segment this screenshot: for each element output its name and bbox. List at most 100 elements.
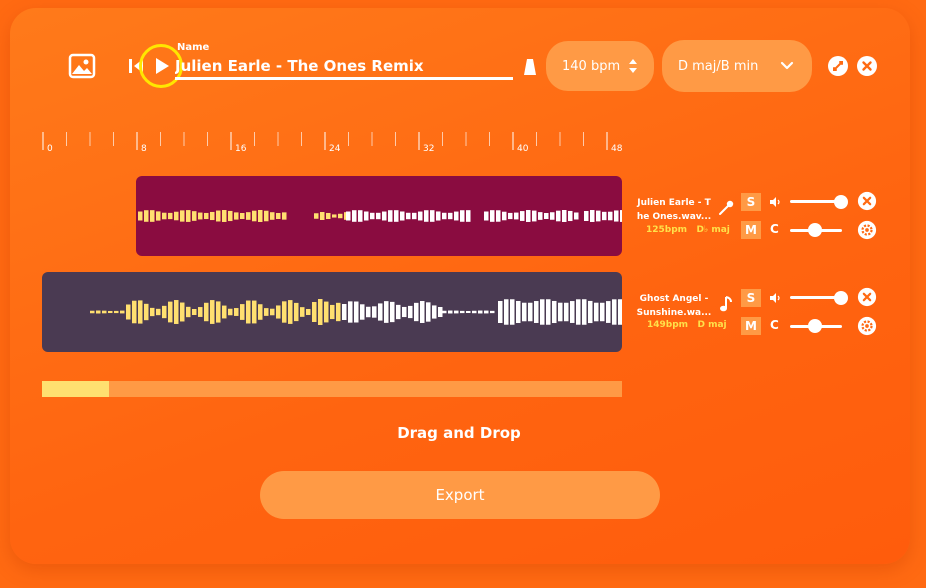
waveform-bar	[484, 211, 489, 221]
waveform-bar	[526, 210, 531, 222]
waveform-bar	[400, 211, 405, 221]
waveform-bar	[620, 210, 622, 222]
waveform-bar	[378, 303, 383, 321]
waveform-bar	[570, 301, 575, 323]
waveform-bar	[276, 212, 281, 220]
track-1-volume-knob[interactable]	[834, 195, 848, 209]
waveform-bar	[294, 302, 299, 322]
track-1-remove-icon[interactable]	[857, 191, 877, 211]
waveform-bar	[216, 210, 221, 222]
track-1-mute-button[interactable]: M	[741, 221, 761, 239]
waveform-bar	[240, 212, 245, 220]
track-1-solo-button[interactable]: S	[741, 193, 761, 211]
track-2-remove-icon[interactable]	[857, 287, 877, 307]
track-2-settings-gear-icon[interactable]	[857, 316, 877, 336]
name-label: Name	[177, 42, 210, 53]
track-2-mute-button[interactable]: M	[741, 317, 761, 335]
music-note-icon	[720, 296, 732, 312]
waveform-bar	[424, 210, 429, 222]
waveform-bar	[576, 299, 581, 325]
waveform-bar	[138, 300, 143, 324]
waveform-bar	[540, 299, 545, 325]
waveform-bar	[508, 212, 513, 220]
waveform-bar	[162, 305, 167, 319]
track-2-volume-knob[interactable]	[834, 291, 848, 305]
waveform-bar	[364, 211, 369, 221]
close-icon[interactable]	[856, 55, 878, 77]
waveform-bar	[162, 212, 167, 220]
waveform-bar	[102, 310, 107, 314]
waveform-bar	[180, 302, 185, 322]
waveform-bar	[376, 212, 381, 220]
waveform-bar	[264, 210, 269, 222]
waveform-bar	[150, 210, 155, 222]
waveform-bar	[312, 302, 317, 322]
track-1-pitch-knob[interactable]	[808, 223, 822, 237]
waveform-bar	[538, 212, 543, 220]
waveform-bar	[352, 210, 357, 222]
waveform-bar	[502, 211, 507, 221]
waveform-bar	[426, 302, 431, 322]
waveform-bar	[216, 301, 221, 323]
waveform-bar	[270, 308, 275, 316]
waveform-bar	[354, 301, 359, 323]
waveform-bar	[168, 212, 173, 220]
expand-icon[interactable]	[827, 55, 849, 77]
track-name-input[interactable]	[175, 54, 513, 80]
export-button[interactable]: Export	[260, 471, 660, 519]
metronome-icon[interactable]	[523, 58, 537, 76]
waveform-bar	[234, 308, 239, 316]
waveform-bar	[390, 301, 395, 323]
waveform-bar	[360, 304, 365, 320]
waveform-bar	[210, 211, 215, 221]
waveform-bar	[574, 212, 579, 220]
waveform-bar	[120, 310, 125, 314]
waveform-bar	[342, 304, 347, 320]
waveform-bar	[204, 212, 209, 220]
waveform-bar	[246, 212, 251, 220]
track-2-pitch-knob[interactable]	[808, 319, 822, 333]
track-2-solo-button[interactable]: S	[741, 289, 761, 307]
waveform-bar	[108, 310, 113, 314]
waveform-bar	[192, 308, 197, 316]
waveform-bar	[258, 304, 263, 320]
waveform-bar	[402, 306, 407, 318]
waveform-bar	[514, 212, 519, 220]
waveform-bar	[522, 302, 527, 322]
waveform	[90, 299, 622, 325]
waveform-bar	[264, 308, 269, 316]
timeline-ruler[interactable]: 0 8 16 24 32 40 48	[42, 130, 622, 154]
waveform-bar	[564, 302, 569, 322]
track-1-waveform[interactable]	[136, 176, 622, 256]
waveform-bar	[484, 310, 489, 314]
track-1-settings-gear-icon[interactable]	[857, 220, 877, 240]
playback-progress-bar[interactable]	[42, 381, 622, 397]
key-select[interactable]: D maj/B min	[662, 40, 812, 92]
waveform-bar	[436, 211, 441, 221]
chevron-down-icon	[780, 61, 794, 70]
track-2-waveform[interactable]	[42, 272, 622, 352]
waveform-bar	[326, 212, 331, 220]
waveform-bar	[412, 212, 417, 220]
waveform-bar	[442, 212, 447, 220]
waveform-bar	[168, 301, 173, 323]
waveform-bar	[528, 302, 533, 322]
drag-and-drop-label: Drag and Drop	[397, 424, 521, 442]
track-1-name: Julien Earle - T he Ones.wav...	[636, 198, 712, 222]
waveform-bar	[490, 310, 495, 314]
waveform-bar	[186, 306, 191, 318]
waveform-bar	[584, 211, 589, 221]
waveform-bar	[454, 310, 459, 314]
waveform-bar	[174, 300, 179, 324]
waveform	[138, 210, 622, 222]
waveform-bar	[498, 301, 503, 323]
waveform-bar	[596, 210, 601, 222]
waveform-bar	[338, 213, 343, 219]
waveform-bar	[408, 305, 413, 319]
image-icon[interactable]	[68, 52, 96, 80]
bpm-select[interactable]: 140 bpm	[546, 41, 654, 91]
microphone-icon	[719, 200, 734, 215]
waveform-bar	[144, 303, 149, 321]
ruler-label: 16	[235, 144, 247, 154]
waveform-bar	[288, 300, 293, 324]
